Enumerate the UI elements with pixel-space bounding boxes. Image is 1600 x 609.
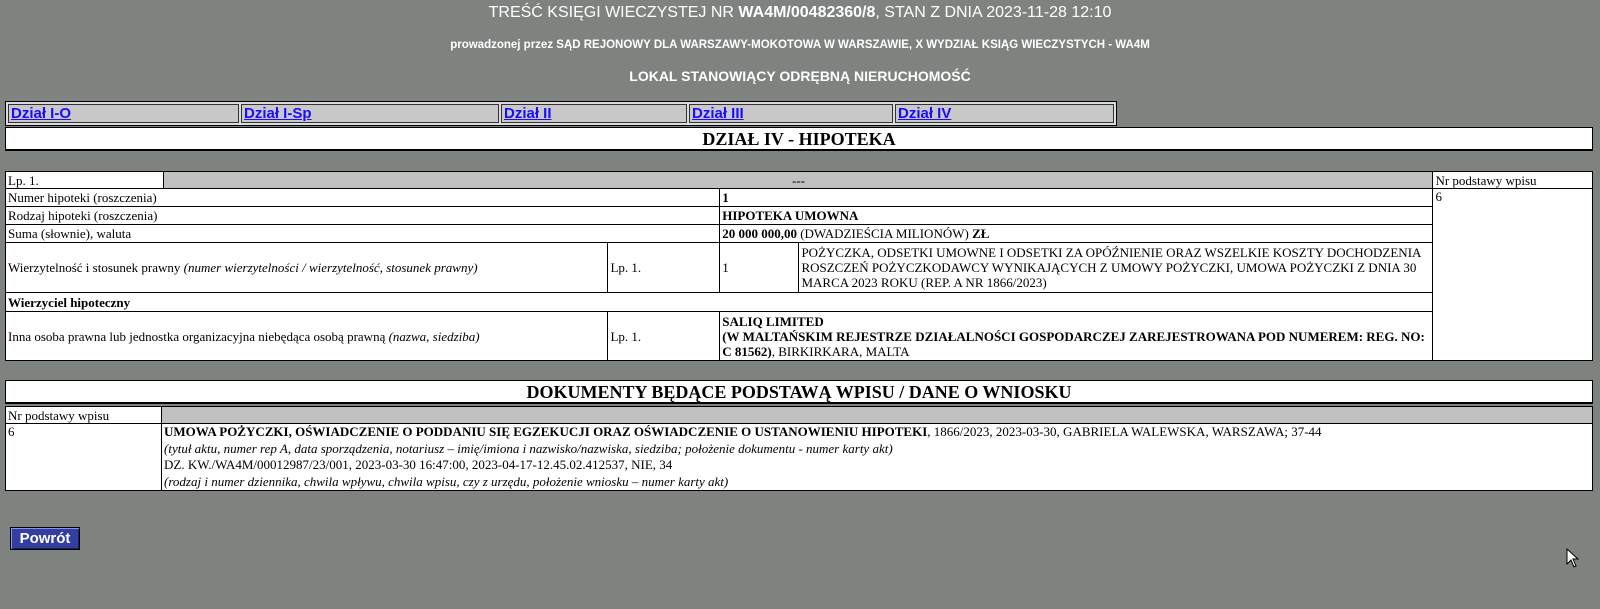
doc-hint: (tytuł aktu, numer rep A, data sporządze… [164, 440, 893, 456]
tab-dzial-ii[interactable]: Dział II [501, 104, 687, 123]
inna-osoba-label-hint: (nazwa, siedziba) [388, 328, 480, 344]
creditor-name: SALIQ LIMITED [722, 313, 824, 329]
kw-number: WA4M/00482360/8 [738, 4, 876, 21]
lp-value: --- [163, 171, 1434, 189]
documents-table: Nr podstawy wpisu 6 UMOWA POŻYCZKI, OŚWI… [5, 406, 1593, 491]
header-prefix: TREŚĆ KSIĘGI WIECZYSTEJ NR [488, 4, 739, 21]
wierzytelnosc-label: Wierzytelność i stosunek prawny (numer w… [4, 242, 609, 293]
property-type: LOKAL STANOWIĄCY ODRĘBNĄ NIERUCHOMOŚĆ [629, 68, 971, 84]
doc-title: UMOWA POŻYCZKI, OŚWIADCZENIE O PODDANIU … [164, 424, 928, 439]
inna-osoba-label: Inna osoba prawna lub jednostka organiza… [4, 311, 609, 361]
tab-link-dzial-iii[interactable]: Dział III [692, 105, 744, 122]
wniosek-details: DZ. KW./WA4M/00012987/23/001, 2023-03-30… [164, 457, 673, 472]
suma-currency: ZŁ [972, 226, 990, 241]
suma-words: (DWADZIEŚCIA MILIONÓW) [796, 226, 973, 241]
mouse-pointer-icon [1566, 548, 1580, 568]
back-button[interactable]: Powrót [10, 527, 80, 550]
table-row: Wierzytelność i stosunek prawny (numer w… [4, 242, 1593, 293]
wierzytelnosc-number: 1 [719, 242, 800, 293]
wniosek-hint: (rodzaj i numer dziennika, chwila wpływu… [164, 473, 729, 489]
inna-osoba-label-text: Inna osoba prawna lub jednostka organiza… [8, 328, 389, 344]
tab-dzial-i-o[interactable]: Dział I-O [8, 104, 239, 123]
page-header-title: TREŚĆ KSIĘGI WIECZYSTEJ NR WA4M/00482360… [0, 4, 1600, 22]
table-row: Rodzaj hipoteki (roszczenia) HIPOTEKA UM… [4, 206, 1593, 225]
inna-osoba-value: SALIQ LIMITED (W MALTAŃSKIM REJESTRZE DZI… [719, 311, 1434, 361]
wierzytelnosc-lp: Lp. 1. [607, 242, 721, 293]
doc-header-blank [161, 406, 1593, 424]
rodzaj-hipoteki-label: Rodzaj hipoteki (roszczenia) [4, 206, 721, 225]
tab-dzial-iii[interactable]: Dział III [689, 104, 893, 123]
wierzytelnosc-label-hint: (numer wierzytelności / wierzytelność, s… [183, 260, 478, 275]
table-row: Wierzyciel hipoteczny [4, 292, 1593, 312]
numer-hipoteki-value: 1 [719, 188, 1434, 207]
suma-label: Suma (słownie), waluta [4, 224, 721, 243]
tab-dzial-iv[interactable]: Dział IV [895, 104, 1114, 123]
tab-link-dzial-i-sp[interactable]: Dział I-Sp [244, 105, 312, 122]
table-row: Lp. 1. --- Nr podstawy wpisu [4, 171, 1593, 189]
suma-amount: 20 000 000,00 [722, 226, 797, 241]
lp-label: Lp. 1. [4, 171, 165, 189]
court-line: prowadzonej przez SĄD REJONOWY DLA WARSZ… [450, 39, 1150, 51]
tab-dzial-i-sp[interactable]: Dział I-Sp [241, 104, 499, 123]
doc-nr-value: 6 [5, 423, 162, 491]
tab-link-dzial-ii[interactable]: Dział II [504, 105, 552, 122]
wierzyciel-header: Wierzyciel hipoteczny [4, 292, 1434, 312]
creditor-city: , BIRKIRKARA, MALTA [771, 343, 910, 359]
numer-hipoteki-label: Numer hipoteki (roszczenia) [4, 188, 721, 207]
doc-nr-label: Nr podstawy wpisu [5, 406, 162, 424]
table-row: Nr podstawy wpisu [5, 406, 1593, 424]
section-tabs: Dział I-O Dział I-Sp Dział II Dział III … [5, 101, 1117, 126]
documents-title: DOKUMENTY BĘDĄCE PODSTAWĄ WPISU / DANE O… [5, 380, 1593, 404]
header-suffix: , STAN Z DNIA 2023-11-28 12:10 [875, 4, 1112, 21]
suma-value: 20 000 000,00 (DWADZIEŚCIA MILIONÓW) ZŁ [719, 224, 1434, 243]
wierzytelnosc-label-text: Wierzytelność i stosunek prawny [8, 260, 184, 275]
doc-details: , 1866/2023, 2023-03-30, GABRIELA WALEWS… [927, 424, 1322, 439]
mortgage-table: Lp. 1. --- Nr podstawy wpisu Numer hipot… [4, 171, 1593, 361]
tab-link-dzial-iv[interactable]: Dział IV [898, 105, 951, 122]
doc-details-cell: UMOWA POŻYCZKI, OŚWIADCZENIE O PODDANIU … [161, 423, 1593, 491]
nr-podstawy-value: 6 [1432, 188, 1593, 361]
nr-podstawy-label: Nr podstawy wpisu [1432, 171, 1593, 189]
inna-osoba-lp: Lp. 1. [607, 311, 721, 361]
rodzaj-hipoteki-value: HIPOTEKA UMOWNA [719, 206, 1434, 225]
table-row: 6 UMOWA POŻYCZKI, OŚWIADCZENIE O PODDANI… [5, 423, 1593, 491]
tab-link-dzial-i-o[interactable]: Dział I-O [11, 105, 71, 122]
table-row: Suma (słownie), waluta 20 000 000,00 (DW… [4, 224, 1593, 243]
table-row: Numer hipoteki (roszczenia) 1 6 [4, 188, 1593, 361]
table-row: Inna osoba prawna lub jednostka organiza… [4, 311, 1593, 361]
wierzytelnosc-text: POŻYCZKA, ODSETKI UMOWNE I ODSETKI ZA OP… [798, 242, 1434, 293]
section-title: DZIAŁ IV - HIPOTEKA [5, 127, 1593, 151]
